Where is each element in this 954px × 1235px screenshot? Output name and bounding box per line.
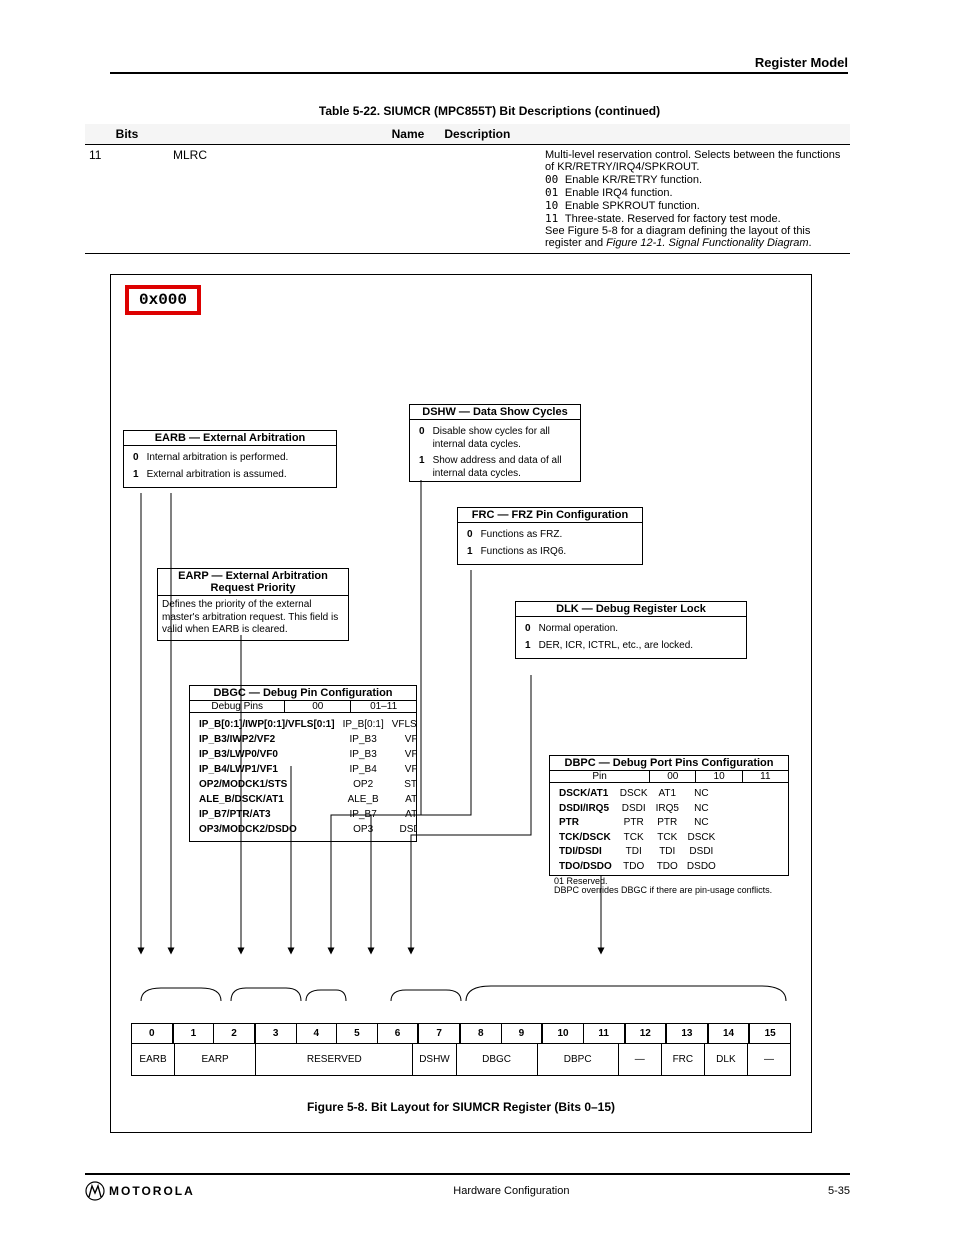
section-header: Register Model (110, 55, 848, 70)
logo-icon (85, 1181, 105, 1201)
cell-name: MLRC (169, 145, 539, 254)
see-link[interactable]: Figure 12-1. Signal Functionality Diagra… (606, 237, 808, 249)
th-name-desc: Name Description (169, 124, 733, 145)
footer-rule (85, 1173, 850, 1175)
figure-caption: Figure 5-8. Bit Layout for SIUMCR Regist… (111, 1100, 811, 1114)
box-earb: EARB — External Arbitration 0Internal ar… (123, 430, 337, 488)
register-layout-diagram: 0x000 EARB — External Arbitration 0Inter… (110, 274, 812, 1133)
cell-bits: 11 (85, 145, 169, 254)
table-caption: Table 5-22. SIUMCR (MPC855T) Bit Descrip… (85, 104, 894, 118)
motorola-logo: MOTOROLA (85, 1181, 195, 1201)
page-footer: MOTOROLA Hardware Configuration 5-35 (85, 1181, 850, 1201)
cell-desc: Multi-level reservation control. Selects… (539, 145, 850, 254)
th-bits: Bits (85, 124, 169, 145)
box-dbpc: DBPC — Debug Port Pins Configuration Pin… (549, 755, 789, 876)
desc-table: Bits Name Description 11 MLRC Multi-leve… (85, 124, 850, 254)
box-dshw: DSHW — Data Show Cycles 0Disable show cy… (409, 404, 581, 482)
offset-tag: 0x000 (125, 285, 201, 315)
box-earp: EARP — External Arbitration Request Prio… (157, 568, 349, 641)
box-frc: FRC — FRZ Pin Configuration 0Functions a… (457, 507, 643, 565)
th-spare (733, 124, 850, 145)
braces-svg (131, 976, 791, 1006)
box-dbgc: DBGC — Debug Pin Configuration Debug Pin… (189, 685, 417, 842)
box-dlk: DLK — Debug Register Lock 0Normal operat… (515, 601, 747, 659)
page-number: 5-35 (828, 1185, 850, 1197)
footer-center: Hardware Configuration (195, 1185, 828, 1197)
register-bits: 0123456789101112131415 EARBEARPRESERVEDD… (131, 1023, 791, 1076)
header-rule (110, 72, 848, 74)
